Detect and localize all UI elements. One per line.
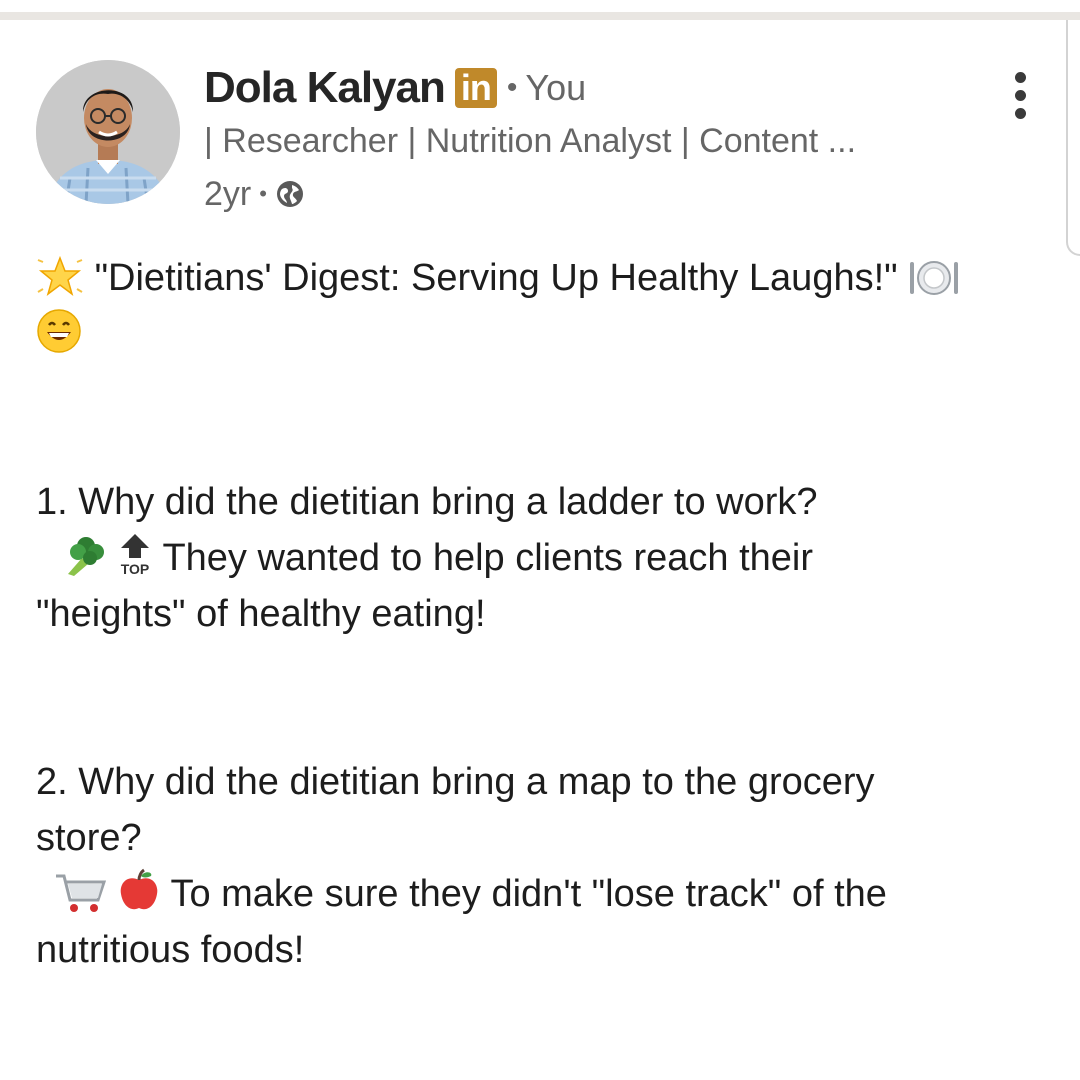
post-age: 2yr [204,174,252,213]
relation-label: You [525,67,587,108]
post-title: "Dietitians' Digest: Serving Up Healthy … [94,257,898,299]
shopping-cart-icon [56,874,106,912]
top-divider [0,0,1080,20]
joke1-answer-2: "heights" of healthy eating! [36,593,486,635]
top-arrow-icon: TOP [120,534,149,576]
separator-dot: • [259,181,267,206]
more-vertical-icon[interactable] [1008,72,1032,120]
joke1-answer-line: TOP They wanted to help clients reach th… [36,530,1036,586]
separator-dot: • [506,71,518,104]
menu-dot [1014,72,1026,83]
menu-dot [1014,108,1026,119]
joke1-question: 1. Why did the dietitian bring a ladder … [36,481,818,523]
menu-dot [1014,90,1026,101]
author-name[interactable]: Dola Kalyan [204,63,446,113]
avatar[interactable] [36,60,180,204]
post-body: "Dietitians' Digest: Serving Up Healthy … [36,250,1036,978]
apple-icon [120,868,157,910]
joke2-question-2: store? [36,817,142,859]
post-title-line: "Dietitians' Digest: Serving Up Healthy … [36,250,1036,306]
top-label: TOP [120,561,149,576]
plate-cutlery-icon [910,261,959,295]
author-name-row: Dola Kalyan in • You [204,60,586,116]
joke2-answer-1: To make sure they didn't "lose track" of… [170,873,887,915]
joke2-answer-line: To make sure they didn't "lose track" of… [36,866,1036,922]
smile-line [36,306,1036,362]
glowing-star-icon [37,255,83,296]
linkedin-badge-icon: in [454,68,497,108]
scrollbar[interactable] [1066,20,1080,256]
grinning-face-icon [37,309,81,353]
joke2-question-1: 2. Why did the dietitian bring a map to … [36,761,875,803]
joke1-answer-1: They wanted to help clients reach their [162,537,814,579]
joke2-answer-2: nutritious foods! [36,929,305,971]
post-meta: 2yr • [204,172,305,216]
author-headline: | Researcher | Nutrition Analyst | Conte… [204,122,857,160]
broccoli-icon [68,537,104,576]
globe-icon [276,181,303,207]
